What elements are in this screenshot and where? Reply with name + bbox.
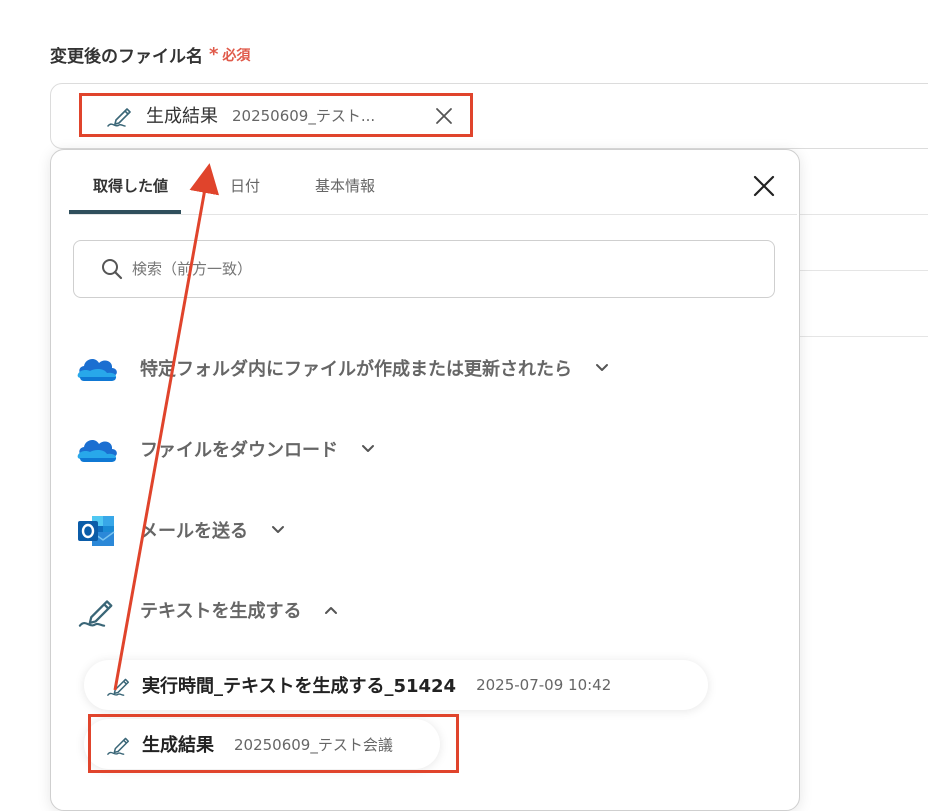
search-input[interactable] [130, 259, 734, 279]
chevron-up-icon[interactable] [323, 602, 339, 618]
section-label: 特定フォルダ内にファイルが作成または更新されたら [140, 359, 572, 380]
chevron-down-icon[interactable] [270, 522, 286, 538]
background-divider [800, 214, 928, 215]
chevron-down-icon[interactable] [360, 441, 376, 457]
value-chip[interactable]: 生成結果 20250609_テスト... [79, 93, 473, 137]
value-item-label: 実行時間_テキストを生成する_51424 [142, 676, 457, 697]
search-icon [102, 259, 123, 280]
pencil-icon [106, 101, 134, 129]
section-generate-text[interactable]: テキストを生成する [74, 588, 339, 632]
section-onedrive-download[interactable]: ファイルをダウンロード [74, 427, 376, 471]
onedrive-icon [74, 348, 120, 388]
tabs-divider [69, 214, 797, 215]
background-divider [800, 270, 928, 271]
pencil-icon [74, 590, 120, 630]
pencil-icon [106, 672, 132, 698]
outlook-icon [74, 510, 120, 550]
highlight-box [88, 714, 459, 773]
section-label: メールを送る [140, 521, 248, 542]
remove-chip-icon[interactable] [434, 106, 454, 126]
onedrive-icon [74, 429, 120, 469]
tab-date[interactable]: 日付 [230, 175, 260, 196]
background-divider [800, 336, 928, 337]
close-icon[interactable] [752, 174, 776, 198]
field-label-text: 変更後のファイル名 [50, 47, 203, 67]
required-asterisk: * [209, 44, 219, 65]
section-onedrive-trigger[interactable]: 特定フォルダ内にファイルが作成または更新されたら [74, 346, 610, 390]
section-label: ファイルをダウンロード [140, 440, 338, 461]
section-label: テキストを生成する [140, 601, 302, 622]
chevron-down-icon[interactable] [594, 360, 610, 376]
field-label: 変更後のファイル名 * 必須 [50, 42, 250, 67]
tab-acquired-values[interactable]: 取得した値 [93, 175, 168, 196]
value-item-value: 2025-07-09 10:42 [476, 676, 612, 694]
value-item-execution-time[interactable]: 実行時間_テキストを生成する_51424 2025-07-09 10:42 [84, 660, 708, 710]
tab-basic-info[interactable]: 基本情報 [315, 175, 375, 196]
chip-label: 生成結果 [146, 106, 218, 127]
section-outlook-send[interactable]: メールを送る [74, 508, 286, 552]
chip-value: 20250609_テスト... [232, 106, 376, 125]
required-badge: 必須 [222, 47, 251, 64]
search-box[interactable] [73, 240, 775, 298]
